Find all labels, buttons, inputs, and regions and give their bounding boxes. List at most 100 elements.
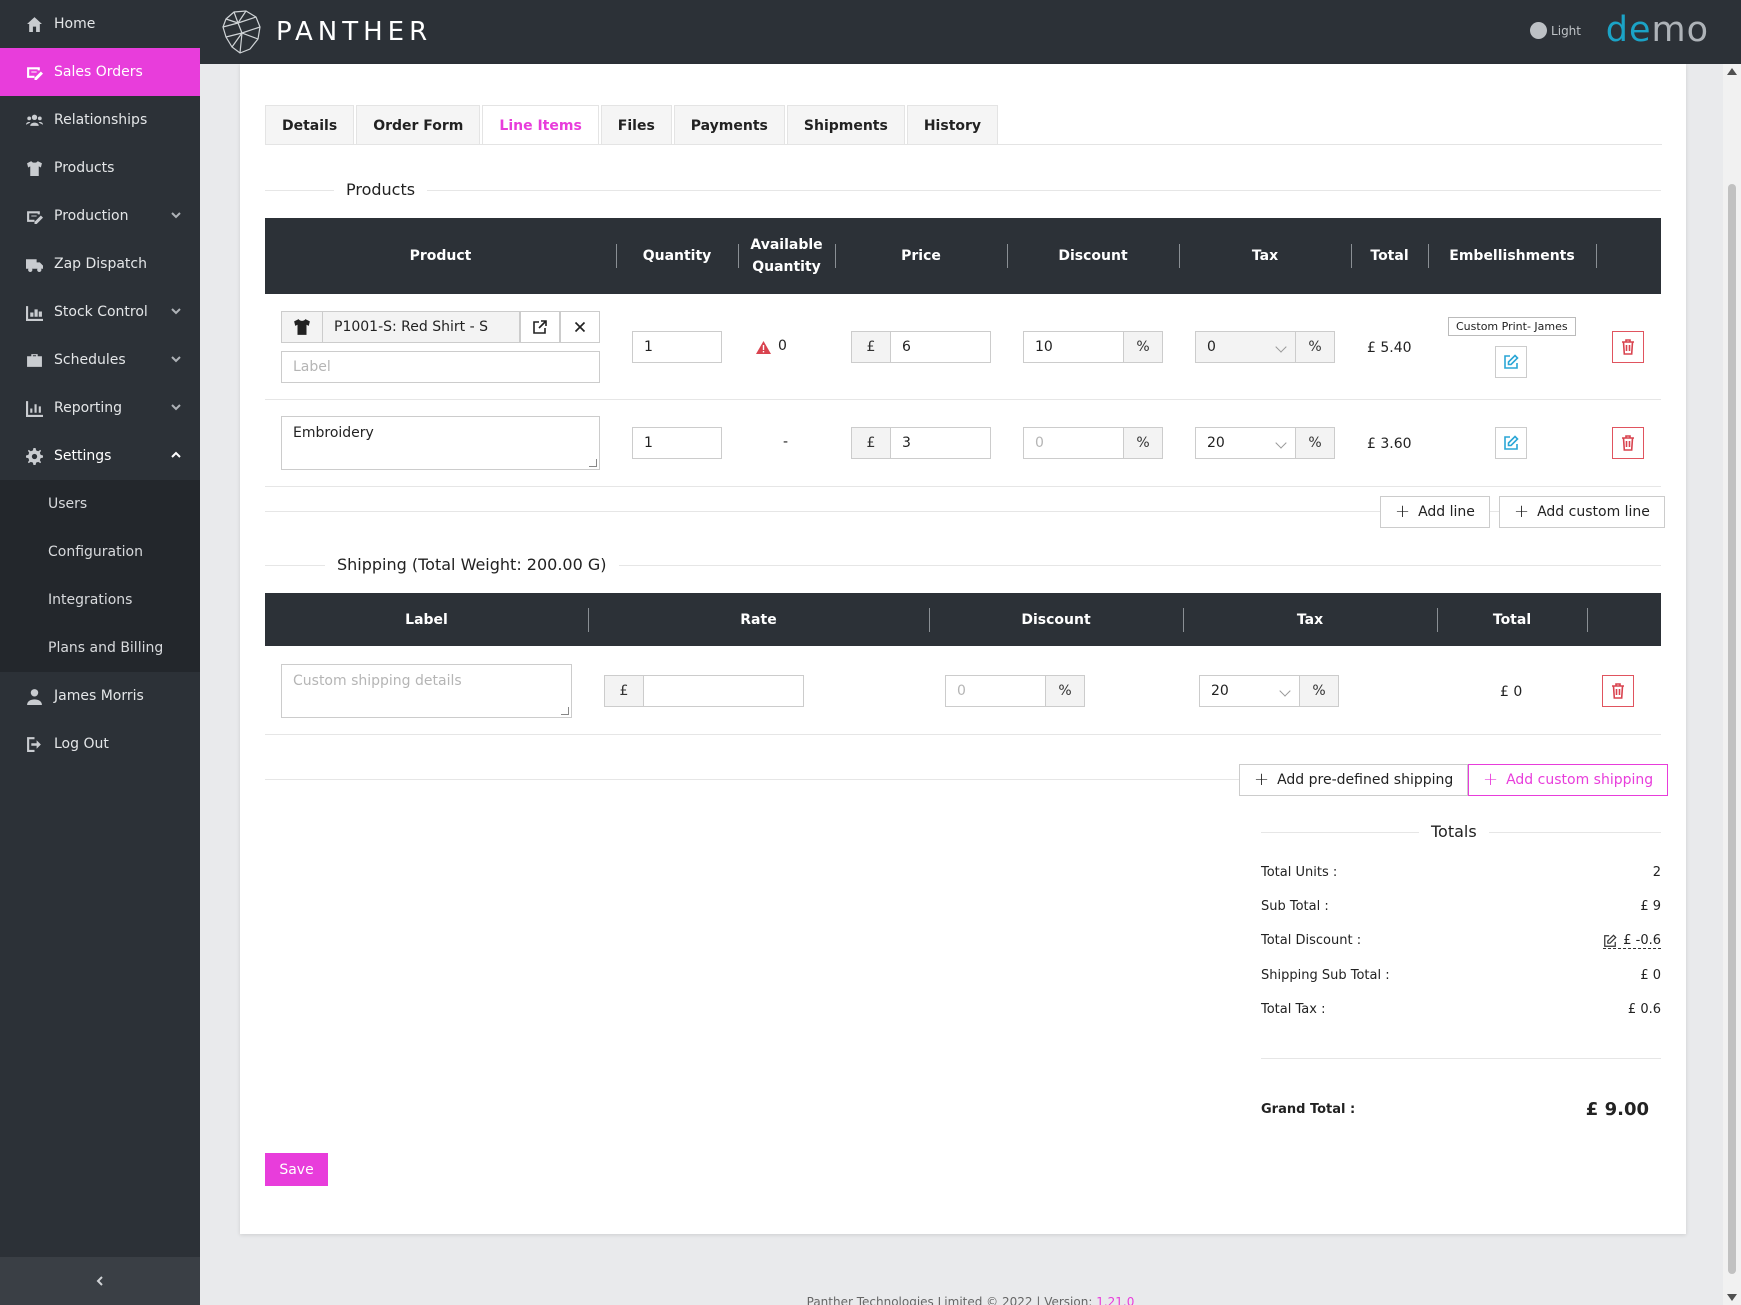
shipping-details-input[interactable]: Custom shipping details: [281, 664, 572, 718]
sidebar-subitem-configuration[interactable]: Configuration: [0, 528, 200, 576]
shipping-total: £ 0: [1500, 684, 1523, 700]
gear-icon: [24, 447, 44, 465]
tshirt-icon: [294, 319, 310, 335]
quantity-input[interactable]: 1: [632, 331, 722, 363]
total-discount-edit[interactable]: £ -0.6: [1603, 933, 1661, 949]
plus-icon: +: [1514, 501, 1530, 522]
tab-order-form[interactable]: Order Form: [356, 105, 481, 145]
sidebar-item-user[interactable]: James Morris: [0, 672, 200, 720]
shipping-tax-select[interactable]: 20: [1199, 675, 1300, 707]
delete-line-button[interactable]: [1612, 331, 1644, 363]
sidebar-collapse-button[interactable]: [0, 1257, 200, 1305]
tax-select[interactable]: 0: [1195, 331, 1296, 363]
subtotal-row: Sub Total : £ 9: [1261, 899, 1661, 914]
footer-version[interactable]: 1.21.0: [1096, 1295, 1134, 1305]
sales-orders-icon: [24, 64, 44, 80]
price-input[interactable]: 6: [890, 331, 991, 363]
price-input[interactable]: 3: [890, 427, 991, 459]
resize-grip-icon[interactable]: [561, 707, 569, 715]
divider: [265, 399, 1661, 400]
grand-total-row: Grand Total : £ 9.00: [1261, 1099, 1661, 1120]
edit-icon: [1604, 933, 1617, 947]
add-custom-line-button[interactable]: + Add custom line: [1499, 496, 1665, 528]
add-predefined-shipping-button[interactable]: + Add pre-defined shipping: [1239, 764, 1469, 796]
discount-input[interactable]: 0: [1023, 427, 1124, 459]
sidebar-item-zap-dispatch[interactable]: Zap Dispatch: [0, 240, 200, 288]
external-link-icon: [533, 320, 547, 334]
sidebar-item-label: Stock Control: [54, 304, 148, 320]
brand-logo[interactable]: PANTHER: [220, 9, 432, 55]
tax-select[interactable]: 20: [1195, 427, 1296, 459]
tshirt-icon: [24, 160, 44, 176]
subtotal-label: Sub Total :: [1261, 899, 1329, 914]
add-line-button[interactable]: + Add line: [1380, 496, 1490, 528]
footer-text: Panther Technologies Limited © 2022 | Ve…: [806, 1295, 1097, 1305]
tab-details[interactable]: Details: [265, 105, 355, 145]
trash-icon: [1612, 683, 1624, 699]
divider: [265, 734, 1661, 735]
sidebar-item-products[interactable]: Products: [0, 144, 200, 192]
line-description-input[interactable]: Embroidery: [281, 416, 600, 470]
sidebar-item-label: Reporting: [54, 400, 123, 416]
currency-addon: £: [604, 675, 644, 707]
tab-files[interactable]: Files: [600, 105, 672, 145]
open-product-button[interactable]: [520, 311, 560, 343]
col-available-line2: Quantity: [752, 259, 821, 275]
total-tax-row: Total Tax : £ 0.6: [1261, 1002, 1661, 1017]
shipping-rate-input[interactable]: [643, 675, 804, 707]
tab-shipments[interactable]: Shipments: [786, 105, 905, 145]
label-input[interactable]: Label: [281, 351, 600, 383]
sidebar-subitem-integrations[interactable]: Integrations: [0, 576, 200, 624]
tab-line-items[interactable]: Line Items: [482, 105, 599, 145]
sidebar-item-stock-control[interactable]: Stock Control: [0, 288, 200, 336]
scrollbar[interactable]: [1723, 64, 1741, 1305]
col-total: Total: [1370, 248, 1409, 264]
sidebar-subitem-users[interactable]: Users: [0, 480, 200, 528]
edit-embellishment-button[interactable]: [1495, 427, 1527, 459]
sidebar-item-home[interactable]: Home: [0, 0, 200, 48]
warning-icon: [756, 341, 771, 354]
product-select[interactable]: P1001-S: Red Shirt - S: [322, 311, 520, 343]
sidebar-item-logout[interactable]: Log Out: [0, 720, 200, 768]
sidebar-item-schedules[interactable]: Schedules: [0, 336, 200, 384]
scroll-up-icon[interactable]: [1727, 68, 1737, 75]
sidebar-subitem-plans-billing[interactable]: Plans and Billing: [0, 624, 200, 672]
user-icon: [24, 688, 44, 705]
sidebar-item-sales-orders[interactable]: Sales Orders: [0, 48, 200, 96]
edit-embellishment-button[interactable]: [1495, 346, 1527, 378]
delete-shipping-button[interactable]: [1602, 675, 1634, 707]
sidebar-item-production[interactable]: Production: [0, 192, 200, 240]
col-available-line1: Available: [750, 237, 823, 253]
sidebar-item-reporting[interactable]: Reporting: [0, 384, 200, 432]
discount-input[interactable]: 10: [1023, 331, 1124, 363]
sidebar-item-label: Sales Orders: [54, 64, 143, 80]
total-units-row: Total Units : 2: [1261, 865, 1661, 880]
theme-label: Light: [1551, 23, 1581, 38]
sidebar-item-label: Settings: [54, 448, 112, 464]
scroll-thumb[interactable]: [1728, 184, 1736, 1274]
percent-addon: %: [1299, 675, 1339, 707]
chart-icon: [24, 400, 44, 417]
theme-toggle[interactable]: Light: [1530, 22, 1581, 39]
sidebar-item-settings[interactable]: Settings: [0, 432, 200, 480]
tab-history[interactable]: History: [906, 105, 999, 145]
sidebar-item-label: James Morris: [54, 688, 144, 704]
shipping-discount-input[interactable]: 0: [945, 675, 1046, 707]
tab-payments[interactable]: Payments: [673, 105, 785, 145]
resize-grip-icon[interactable]: [589, 459, 597, 467]
sidebar-item-relationships[interactable]: Relationships: [0, 96, 200, 144]
percent-addon: %: [1295, 427, 1335, 459]
total-tax-label: Total Tax :: [1261, 1002, 1326, 1017]
quantity-input[interactable]: 1: [632, 427, 722, 459]
percent-addon: %: [1045, 675, 1085, 707]
plus-icon: +: [1395, 501, 1411, 522]
chevron-left-icon: [96, 1276, 103, 1286]
save-button[interactable]: Save: [265, 1153, 328, 1186]
embellishment-tag[interactable]: Custom Print- James: [1448, 317, 1576, 336]
delete-line-button[interactable]: [1612, 427, 1644, 459]
col-rate: Rate: [740, 611, 777, 628]
add-custom-shipping-button[interactable]: + Add custom shipping: [1468, 764, 1669, 796]
col-embellishments: Embellishments: [1449, 248, 1575, 264]
clear-product-button[interactable]: [560, 311, 600, 343]
chevron-down-icon: [170, 209, 182, 221]
